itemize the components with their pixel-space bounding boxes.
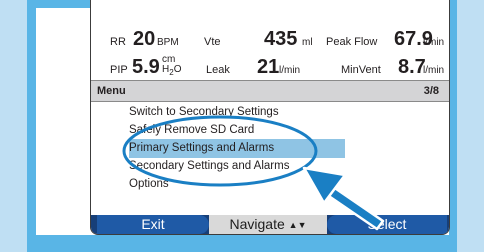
- menu-item-primary-settings[interactable]: Primary Settings and Alarms: [129, 139, 345, 158]
- select-button[interactable]: Select: [327, 215, 447, 234]
- pip-label: PIP: [110, 64, 128, 76]
- navigate-button[interactable]: Navigate ▲▼: [209, 215, 327, 234]
- vte-label: Vte: [204, 36, 221, 48]
- menu-item-options[interactable]: Options: [129, 175, 169, 194]
- minvent-value: 8.7: [398, 56, 426, 78]
- peak-flow-label: Peak Flow: [326, 36, 378, 48]
- readout-row-2: PIP 5.9 cm H2O Leak 21 l/min MinVent 8.7…: [91, 54, 449, 82]
- exit-button[interactable]: Exit: [97, 215, 209, 234]
- pip-value: 5.9: [132, 56, 160, 78]
- minvent-label: MinVent: [341, 64, 381, 76]
- peak-flow-unit: l/min: [423, 37, 445, 48]
- ventilator-screen: RR 20 BPM Vte 435 ml Peak Flow 67.9 l/mi…: [90, 0, 450, 235]
- rr-unit: BPM: [157, 37, 179, 48]
- vte-unit: ml: [302, 37, 313, 48]
- menu-title: Menu: [97, 85, 126, 97]
- menu-page-indicator: 3/8: [423, 85, 439, 97]
- softkey-bar: Exit Navigate ▲▼ Select: [91, 215, 449, 234]
- pip-unit-h2o: H2O: [162, 64, 182, 77]
- menu-header: Menu 3/8: [91, 80, 449, 102]
- rr-label: RR: [110, 36, 126, 48]
- navigate-label: Navigate: [229, 216, 285, 232]
- menu-item-secondary-settings[interactable]: Secondary Settings and Alarms: [129, 157, 289, 176]
- menu-item-switch-secondary[interactable]: Switch to Secondary Settings: [129, 103, 279, 122]
- readout-row-1: RR 20 BPM Vte 435 ml Peak Flow 67.9 l/mi…: [91, 26, 449, 54]
- pip-unit-sub: 2: [169, 68, 174, 77]
- menu-item-remove-sd-card[interactable]: Safely Remove SD Card: [129, 121, 254, 140]
- leak-unit: l/min: [279, 65, 301, 76]
- leak-label: Leak: [206, 64, 230, 76]
- up-down-arrows-icon: ▲▼: [288, 220, 307, 230]
- leak-value: 21: [257, 56, 280, 78]
- vte-value: 435: [264, 28, 298, 50]
- minvent-unit: l/min: [423, 65, 445, 76]
- rr-value: 20: [133, 28, 156, 50]
- pip-unit-o: O: [173, 64, 182, 75]
